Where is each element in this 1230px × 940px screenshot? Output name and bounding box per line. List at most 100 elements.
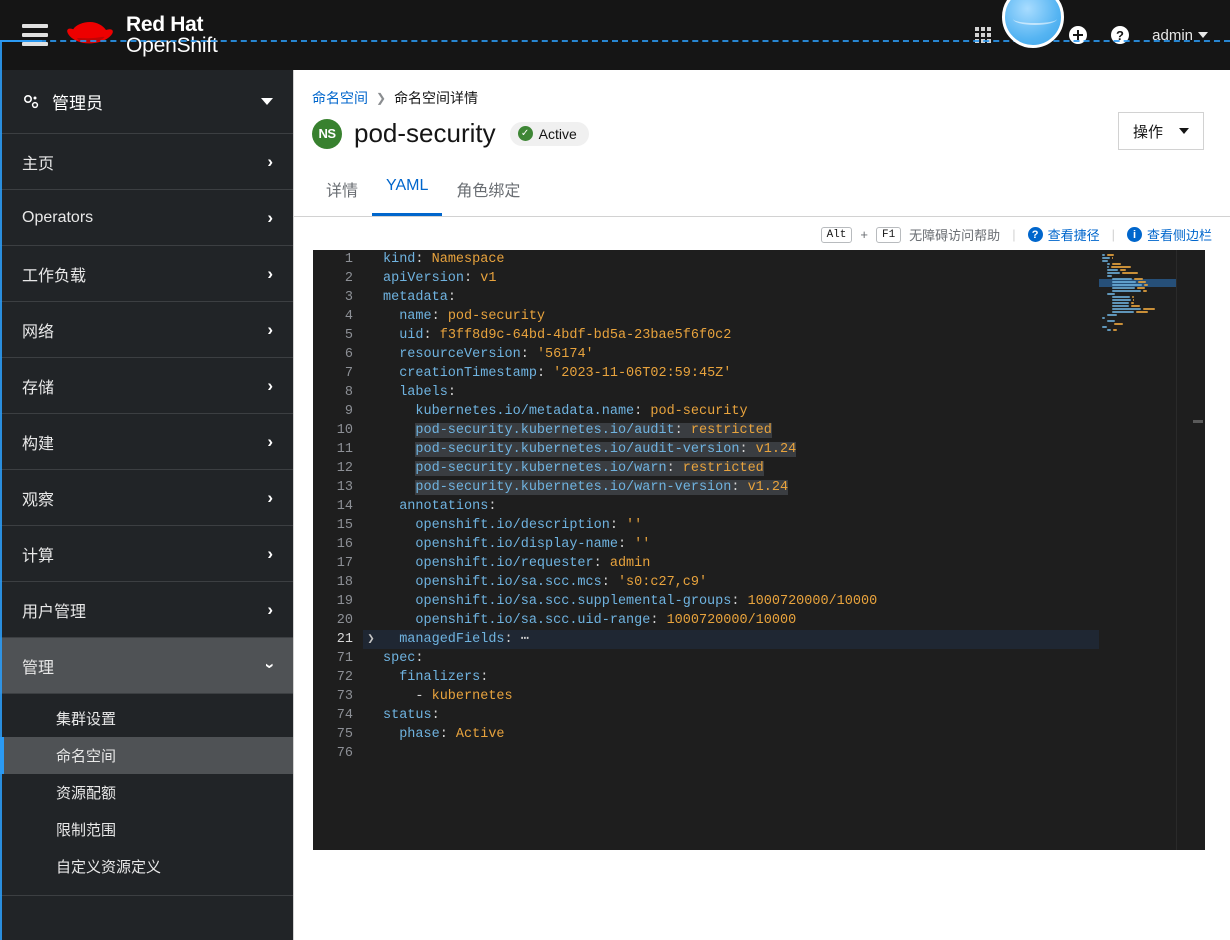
sidebar-item-cluster-settings[interactable]: 集群设置 xyxy=(0,700,293,737)
sidebar-item-administration[interactable]: 管理 › xyxy=(0,638,293,694)
code-line[interactable]: 10 pod-security.kubernetes.io/audit: res… xyxy=(313,421,1099,440)
breadcrumb: 命名空间 ❯ 命名空间详情 xyxy=(294,70,1230,108)
view-sidebar-link[interactable]: i 查看侧边栏 xyxy=(1126,225,1212,244)
minimap-line xyxy=(1143,308,1156,310)
sidebar-item-workloads[interactable]: 工作负载 › xyxy=(0,246,293,302)
check-circle-icon: ✓ xyxy=(517,126,533,141)
code-line[interactable]: 20 openshift.io/sa.scc.uid-range: 100072… xyxy=(313,611,1099,630)
user-menu[interactable]: admin xyxy=(1152,27,1208,44)
sidebar-item-label: 工作负载 xyxy=(22,267,87,285)
code-line[interactable]: 18 openshift.io/sa.scc.mcs: 's0:c27,c9' xyxy=(313,573,1099,592)
code-line[interactable]: 1 kind: Namespace xyxy=(313,250,1099,269)
sidebar-item-crds[interactable]: 自定义资源定义 xyxy=(0,848,293,885)
chevron-right-icon: › xyxy=(267,151,273,171)
code-line[interactable]: 17 openshift.io/requester: admin xyxy=(313,554,1099,573)
code-line[interactable]: 16 openshift.io/display-name: '' xyxy=(313,535,1099,554)
sidebar-subitem-label: 命名空间 xyxy=(56,748,117,765)
code-line[interactable]: 74 status: xyxy=(313,706,1099,725)
code-line[interactable]: 4 name: pod-security xyxy=(313,307,1099,326)
fold-chevron-icon[interactable]: ❯ xyxy=(363,630,379,649)
brand-logo[interactable]: Red Hat OpenShift xyxy=(64,14,218,56)
sidebar-item-observe[interactable]: 观察 › xyxy=(0,470,293,526)
minimap-line xyxy=(1112,281,1136,283)
breadcrumb-parent[interactable]: 命名空间 xyxy=(312,88,368,108)
redhat-hat-icon xyxy=(67,22,113,44)
code-text: openshift.io/description: '' xyxy=(415,518,643,533)
sidebar-item-home[interactable]: 主页 › xyxy=(0,134,293,190)
sidebar-item-limit-ranges[interactable]: 限制范围 xyxy=(0,811,293,848)
status-badge: ✓ Active xyxy=(509,121,589,146)
code-line[interactable]: 21 ❯ managedFields: ⋯ xyxy=(313,630,1099,649)
tab-details[interactable]: 详情 xyxy=(312,167,372,216)
sidebar-item-storage[interactable]: 存储 › xyxy=(0,358,293,414)
sidebar-item-user-management[interactable]: 用户管理 › xyxy=(0,582,293,638)
code-line[interactable]: 76 xyxy=(313,744,1099,763)
code-line[interactable]: 8 labels: xyxy=(313,383,1099,402)
sidebar-item-label: 构建 xyxy=(22,435,55,453)
code-line[interactable]: 2 apiVersion: v1 xyxy=(313,269,1099,288)
code-line[interactable]: 75 phase: Active xyxy=(313,725,1099,744)
actions-dropdown[interactable]: 操作 xyxy=(1117,112,1204,150)
code-line[interactable]: 6 resourceVersion: '56174' xyxy=(313,345,1099,364)
minimap-line xyxy=(1112,284,1142,286)
line-number: 11 xyxy=(313,440,363,459)
guide-line-left-artifact xyxy=(0,40,42,42)
code-line[interactable]: 3 metadata: xyxy=(313,288,1099,307)
grid-apps-icon[interactable] xyxy=(973,25,993,45)
code-text: creationTimestamp: '2023-11-06T02:59:45Z… xyxy=(399,366,732,381)
line-number: 1 xyxy=(313,250,363,269)
brand-line2: OpenShift xyxy=(126,34,218,57)
code-line[interactable]: 5 uid: f3ff8d9c-64bd-4bdf-bd5a-23bae5f6f… xyxy=(313,326,1099,345)
view-shortcuts-link[interactable]: ? 查看捷径 xyxy=(1027,225,1100,244)
code-line[interactable]: 72 finalizers: xyxy=(313,668,1099,687)
page-header: NS pod-security ✓ Active xyxy=(294,108,1230,149)
minimap-line xyxy=(1112,299,1131,301)
notifications-button[interactable]: 4 xyxy=(1015,25,1046,45)
sidebar-item-compute[interactable]: 计算 › xyxy=(0,526,293,582)
sidebar-item-operators[interactable]: Operators › xyxy=(0,190,293,246)
masthead: Red Hat OpenShift 4 ? admin xyxy=(0,0,1230,70)
yaml-editor[interactable]: 1 kind: Namespace 2 apiVersion: v1 3 metadata… xyxy=(313,250,1205,850)
minimap-line xyxy=(1107,329,1111,331)
code-line[interactable]: 11 pod-security.kubernetes.io/audit-vers… xyxy=(313,440,1099,459)
tab-yaml[interactable]: YAML xyxy=(372,167,443,216)
code-lines[interactable]: 1 kind: Namespace 2 apiVersion: v1 3 metadata… xyxy=(313,250,1099,850)
line-number: 10 xyxy=(313,421,363,440)
code-line[interactable]: 14 annotations: xyxy=(313,497,1099,516)
code-line[interactable]: 73 - kubernetes xyxy=(313,687,1099,706)
code-line[interactable]: 12 pod-security.kubernetes.io/warn: rest… xyxy=(313,459,1099,478)
chevron-down-icon xyxy=(261,98,273,105)
sidebar-item-namespaces[interactable]: 命名空间 xyxy=(0,737,293,774)
sidebar-item-networking[interactable]: 网络 › xyxy=(0,302,293,358)
sidebar-item-builds[interactable]: 构建 › xyxy=(0,414,293,470)
code-text: openshift.io/requester: admin xyxy=(415,556,651,571)
code-line[interactable]: 19 openshift.io/sa.scc.supplemental-grou… xyxy=(313,592,1099,611)
code-text: resourceVersion: '56174' xyxy=(399,347,594,362)
sidebar-divider xyxy=(0,895,293,935)
code-line[interactable]: 71 spec: xyxy=(313,649,1099,668)
tab-rolebindings[interactable]: 角色绑定 xyxy=(442,167,534,216)
sidebar-item-resource-quotas[interactable]: 资源配额 xyxy=(0,774,293,811)
line-number: 74 xyxy=(313,706,363,725)
editor-minimap[interactable] xyxy=(1099,250,1177,850)
perspective-switcher[interactable]: 管理员 xyxy=(0,70,293,134)
scrollbar-thumb[interactable] xyxy=(1193,420,1203,423)
code-line[interactable]: 7 creationTimestamp: '2023-11-06T02:59:4… xyxy=(313,364,1099,383)
chevron-right-icon: › xyxy=(267,431,273,451)
hamburger-icon[interactable] xyxy=(22,24,48,46)
breadcrumb-current: 命名空间详情 xyxy=(394,90,479,106)
code-line[interactable]: 13 pod-security.kubernetes.io/warn-versi… xyxy=(313,478,1099,497)
code-line[interactable]: 9 kubernetes.io/metadata.name: pod-secur… xyxy=(313,402,1099,421)
code-text: labels: xyxy=(399,385,456,400)
help-button[interactable]: ? xyxy=(1110,25,1130,45)
editor-vertical-scrollbar[interactable] xyxy=(1191,250,1205,850)
code-line[interactable]: 15 openshift.io/description: '' xyxy=(313,516,1099,535)
plus-circle-icon[interactable] xyxy=(1068,25,1088,45)
